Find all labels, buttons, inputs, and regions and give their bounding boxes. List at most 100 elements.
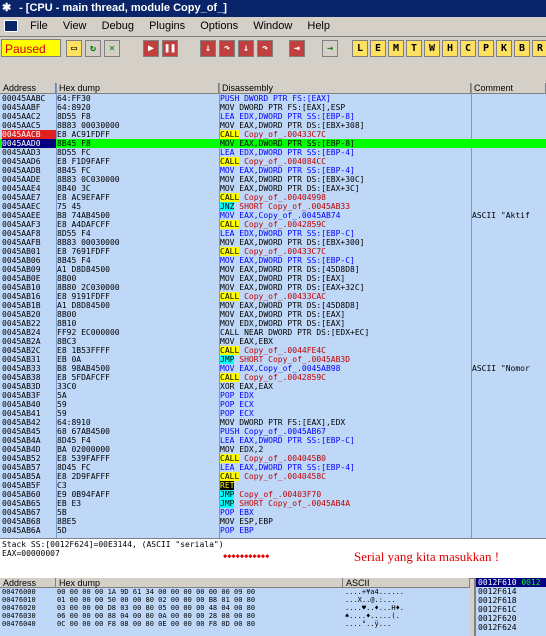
close-icon[interactable]: ✕ (104, 40, 120, 57)
trace-over-icon[interactable]: ↷ (257, 40, 273, 57)
disasm-row[interactable]: 0045AB40 59 POP ECX (0, 400, 546, 409)
execute-till-return-icon[interactable]: ⇥ (289, 40, 305, 57)
dump-row[interactable]: 00476040 0C 00 00 00 F8 08 00 80 0E 00 00… (0, 620, 470, 628)
disasm-row[interactable]: 0045AADB 8B45 FC MOV EAX,DWORD PTR SS:[EBP… (0, 166, 546, 175)
disasm-row[interactable]: 0045AB68 8BE5 MOV ESP,EBP (0, 517, 546, 526)
disasm-row[interactable]: 0045AB22 8B10 MOV EDX,DWORD PTR DS:[EAX] (0, 319, 546, 328)
disasm-row[interactable]: 0045AB60 E9 0B94FAFF JMP Copy_of_.00403F70 (0, 490, 546, 499)
open-icon[interactable]: ▭ (66, 40, 82, 57)
disasm-row[interactable]: 0045AAE7 E8 AC9EFAFF CALL Copy_of_.0040499… (0, 193, 546, 202)
references-window-button[interactable]: R (532, 40, 546, 57)
disasm-row[interactable]: 0045AB2C E8 1B53FFFF CALL Copy_of_.0044FE4… (0, 346, 546, 355)
menu-options[interactable]: Options (194, 17, 244, 36)
disasm-row[interactable]: 0045AB38 E8 5FDAFCFF CALL Copy_of_.0042859… (0, 373, 546, 382)
disasm-row[interactable]: 0045AAC2 8D55 F8 LEA EDX,DWORD PTR SS:[EBP… (0, 112, 546, 121)
disasm-row[interactable]: 0045AB24 FF92 EC000000 CALL NEAR DWORD PTR… (0, 328, 546, 337)
trace-into-icon[interactable]: ↓ (238, 40, 254, 57)
disasm-row[interactable]: 0045AAF8 8D55 F4 LEA EDX,DWORD PTR SS:[EBP… (0, 229, 546, 238)
stack-row[interactable]: 0012F618 (476, 596, 546, 605)
dump-header-hex[interactable]: Hex dump (56, 578, 343, 588)
threads-window-button[interactable]: T (406, 40, 422, 57)
disasm-row[interactable]: 0045AB65 EB E3 JMP SHORT Copy_of_.0045AB4A (0, 499, 546, 508)
disasm-row[interactable]: 0045AB4A 8D45 F4 LEA EAX,DWORD PTR SS:[EBP… (0, 436, 546, 445)
menu-file[interactable]: File (24, 17, 54, 36)
disasm-row[interactable]: 0045AAFB 8B83 00030000 MOV EAX,DWORD PTR D… (0, 238, 546, 247)
log-window-button[interactable]: L (352, 40, 368, 57)
disasm-row[interactable]: 0045AB16 E8 9191FDFF CALL Copy_of_.00433CA… (0, 292, 546, 301)
menu-debug[interactable]: Debug (96, 17, 140, 36)
breakpoints-window-button[interactable]: B (514, 40, 530, 57)
disasm-row[interactable]: 0045AB41 59 POP ECX (0, 409, 546, 418)
dump-row[interactable]: 00476030 06 00 00 00 88 04 00 80 0A 00 00… (0, 612, 470, 620)
windows-window-button[interactable]: W (424, 40, 440, 57)
menu-help[interactable]: Help (301, 17, 336, 36)
go-to-icon[interactable]: → (322, 40, 338, 57)
disasm-row[interactable]: 0045AB1B A1 D8D84500 MOV EAX,DWORD PTR DS:… (0, 301, 546, 310)
disasm-row[interactable]: 0045AB3D 33C0 XOR EAX,EAX (0, 382, 546, 391)
disasm-row[interactable]: 0045AAEC 75 45 JNZ SHORT Copy_of_.0045AB33 (0, 202, 546, 211)
disasm-row[interactable]: 0045AAE4 8B40 3C MOV EAX,DWORD PTR DS:[EAX… (0, 184, 546, 193)
disasm-row[interactable]: 0045AB0E 8B00 MOV EAX,DWORD PTR DS:[EAX] (0, 274, 546, 283)
restart-icon[interactable]: ↻ (85, 40, 101, 57)
disasm-row[interactable]: 0045AB2A 8BC3 MOV EAX,EBX (0, 337, 546, 346)
system-menu-icon[interactable] (4, 20, 18, 32)
column-header-comment[interactable]: Comment (471, 83, 546, 94)
memory-window-button[interactable]: M (388, 40, 404, 57)
menu-view[interactable]: View (57, 17, 93, 36)
disasm-row[interactable]: 0045AAEE B8 74AB4500 MOV EAX,Copy_of_.0045… (0, 211, 546, 220)
cpu-window-button[interactable]: C (460, 40, 476, 57)
disasm-row[interactable]: 0045AB01 E8 7691FDFF CALL Copy_of_.00433C7… (0, 247, 546, 256)
stack-pane[interactable]: 0012F610 0012 0012F614 0012F618 0012F61C 001… (474, 578, 546, 636)
column-header-disasm[interactable]: Disassembly (219, 83, 471, 94)
disasm-row[interactable]: 0045AB20 8B00 MOV EAX,DWORD PTR DS:[EAX] (0, 310, 546, 319)
disasm-row[interactable]: 0045AB5F C3 RET (0, 481, 546, 490)
handles-window-button[interactable]: H (442, 40, 458, 57)
disasm-row[interactable]: 0045AB45 68 67AB4500 PUSH Copy_of_.0045AB6… (0, 427, 546, 436)
disasm-row[interactable]: 0045AB06 8B45 F4 MOV EAX,DWORD PTR SS:[EBP… (0, 256, 546, 265)
disasm-row[interactable]: 0045AAF3 E8 A4DAFCFF CALL Copy_of_.0042859… (0, 220, 546, 229)
dump-row[interactable]: 00476000 00 00 00 00 1A 9D 61 34 00 00 00… (0, 588, 470, 596)
stack-row[interactable]: 0012F610 0012 (476, 578, 546, 587)
step-into-icon[interactable]: ↓ (200, 40, 216, 57)
stack-row[interactable]: 0012F620 (476, 614, 546, 623)
disasm-row[interactable]: 0045AB3F 5A POP EDX (0, 391, 546, 400)
disasm-row[interactable]: 0045AB33 B8 98AB4500 MOV EAX,Copy_of_.0045… (0, 364, 546, 373)
disasm-row[interactable]: 0045AAC5 8B83 00030000 MOV EAX,DWORD PTR D… (0, 121, 546, 130)
disasm-row[interactable]: 0045AB67 5B POP EBX (0, 508, 546, 517)
disasm-row[interactable]: 0045AB31 EB 0A JMP SHORT Copy_of_.0045AB3D (0, 355, 546, 364)
dump-header-ascii[interactable]: ASCII (343, 578, 470, 588)
column-header-address[interactable]: Address (0, 83, 56, 94)
disasm-row[interactable]: 0045AB42 64:8910 MOV DWORD PTR FS:[EAX],ED… (0, 418, 546, 427)
dump-row[interactable]: 00476010 01 00 00 00 50 00 00 80 02 00 00… (0, 596, 470, 604)
disasm-row[interactable]: 00045AABC 64:FF30 PUSH DWORD PTR FS:[EAX] (0, 94, 546, 103)
disasm-row[interactable]: 0045AAD0 8B45 F8 MOV EAX,DWORD PTR SS:[EBP… (0, 139, 546, 148)
disasm-row[interactable]: 0045AABF 64:8920 MOV DWORD PTR FS:[EAX],ES… (0, 103, 546, 112)
patches-window-button[interactable]: P (478, 40, 494, 57)
disasm-row[interactable]: 0045AAD6 E8 F1D9FAFF CALL Copy_of_.004084C… (0, 157, 546, 166)
menu-window[interactable]: Window (247, 17, 298, 36)
disassembly-pane[interactable]: Address Hex dump Disassembly Comment 000… (0, 83, 546, 538)
pause-icon[interactable]: ❚❚ (162, 40, 178, 57)
step-over-icon[interactable]: ↷ (219, 40, 235, 57)
disasm-row[interactable]: 0045AB10 8B80 2C030000 MOV EAX,DWORD PTR D… (0, 283, 546, 292)
hex-dump-pane[interactable]: Address Hex dump ASCII 00476000 00 00 00 … (0, 578, 470, 636)
disasm-row[interactable]: 0045AACB E8 AC91FDFF CALL Copy_of_.00433C7… (0, 130, 546, 139)
column-header-hex[interactable]: Hex dump (56, 83, 219, 94)
disasm-row[interactable]: 0045AB09 A1 D8D84500 MOV EAX,DWORD PTR DS:… (0, 265, 546, 274)
disasm-row[interactable]: 0045AB57 8D45 FC LEA EAX,DWORD PTR SS:[EBP… (0, 463, 546, 472)
dump-row[interactable]: 00476020 03 00 00 00 D8 03 00 80 05 00 00… (0, 604, 470, 612)
stack-row[interactable]: 0012F624 (476, 623, 546, 632)
stack-row[interactable]: 0012F61C (476, 605, 546, 614)
disasm-row[interactable]: 0045AB5A E8 2D9FAFFF CALL Copy_of_.0040458… (0, 472, 546, 481)
stack-row[interactable]: 0012F614 (476, 587, 546, 596)
run-icon[interactable]: ▶ (143, 40, 159, 57)
disasm-row[interactable]: 0045AB6A 5D POP EBP (0, 526, 546, 535)
modules-window-button[interactable]: E (370, 40, 386, 57)
disasm-row[interactable]: 0045AAD3 8D55 FC LEA EDX,DWORD PTR SS:[EBP… (0, 148, 546, 157)
menu-plugins[interactable]: Plugins (143, 17, 191, 36)
disasm-row[interactable]: 0045AADE 8B83 0C030000 MOV EAX,DWORD PTR D… (0, 175, 546, 184)
call-stack-window-button[interactable]: K (496, 40, 512, 57)
disasm-row[interactable]: 0045AB52 E8 539FAFFF CALL Copy_of_.004045B… (0, 454, 546, 463)
disasm-row[interactable]: 0045AB4D BA 02000000 MOV EDX,2 (0, 445, 546, 454)
dump-header-address[interactable]: Address (0, 578, 56, 588)
